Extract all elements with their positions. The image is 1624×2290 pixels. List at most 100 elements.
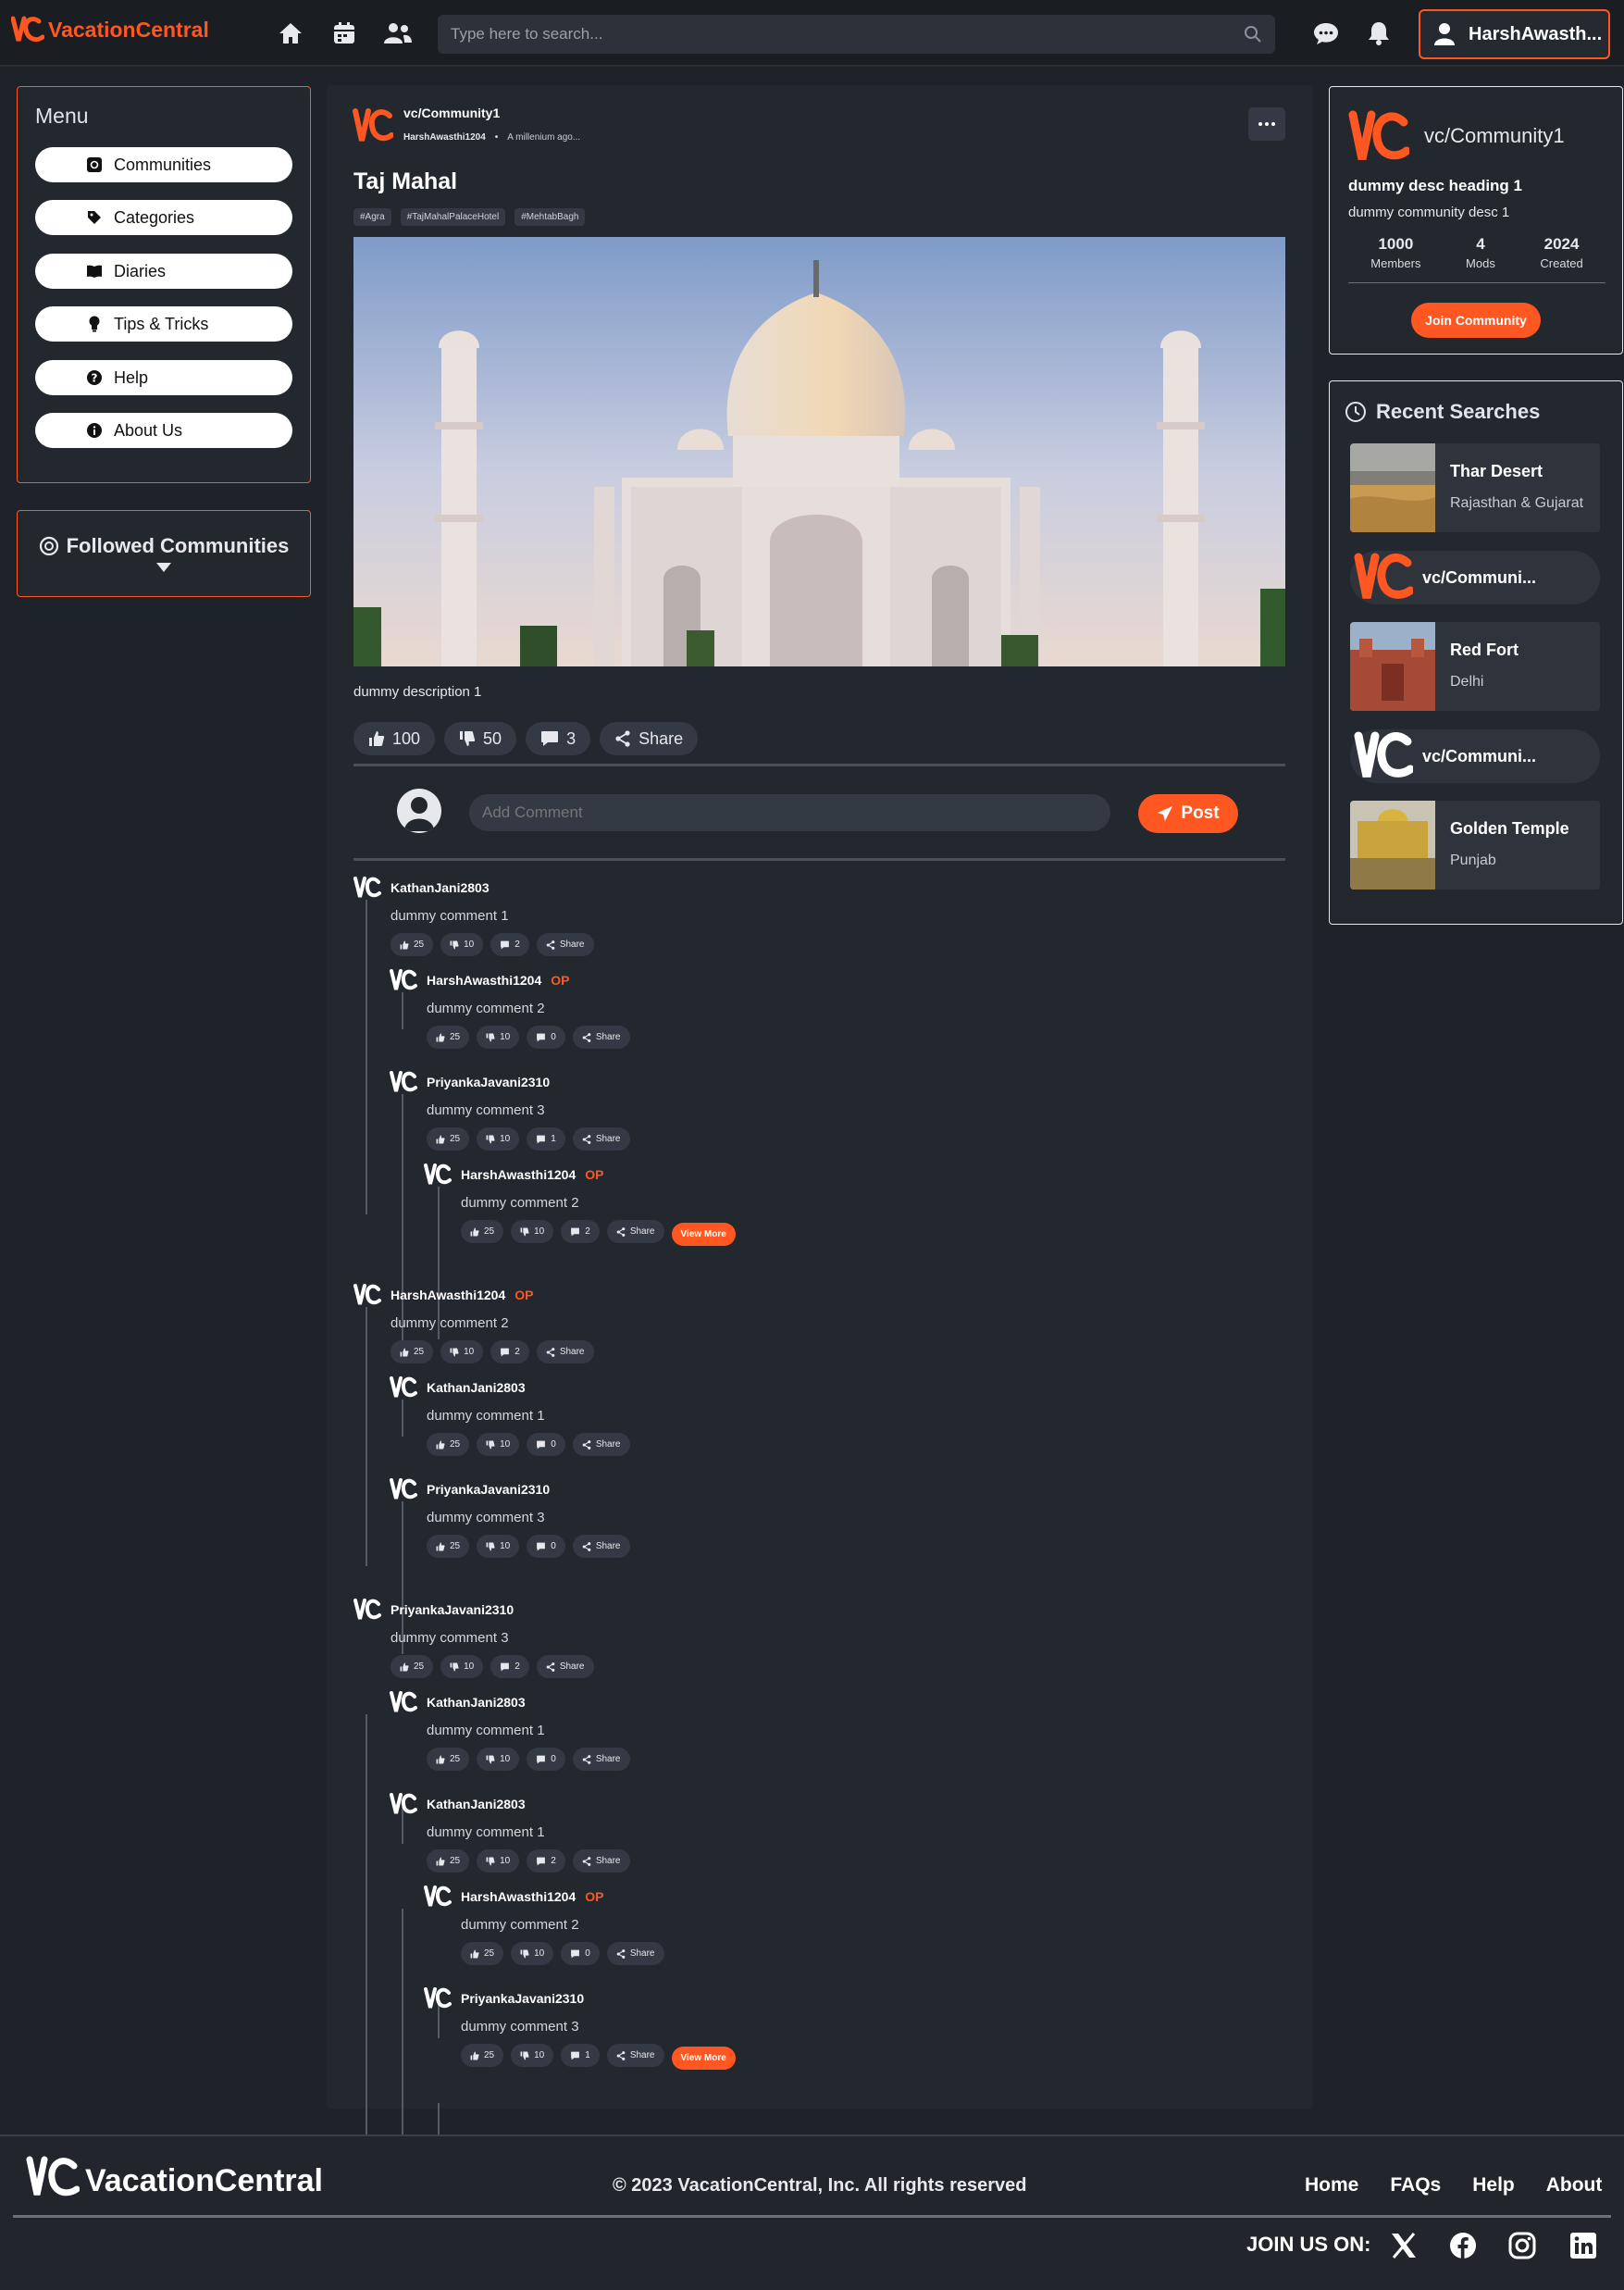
comment-dislike-button[interactable]: 10: [477, 1535, 520, 1558]
comment-reply-button[interactable]: 0: [527, 1026, 565, 1049]
menu-item-about[interactable]: About Us: [35, 413, 292, 448]
comments-button[interactable]: 3: [526, 722, 591, 755]
search-bar[interactable]: [438, 15, 1275, 54]
footer-logo[interactable]: VacationCentral: [26, 2155, 323, 2199]
comment-share-button[interactable]: Share: [572, 1849, 630, 1873]
post-tag[interactable]: #TajMahalPalaceHotel: [400, 208, 506, 226]
footer-link-about[interactable]: About: [1546, 2174, 1603, 2197]
menu-item-communities[interactable]: Communities: [35, 147, 292, 182]
menu-item-categories[interactable]: Categories: [35, 200, 292, 235]
community-name[interactable]: vc/Community1: [1424, 124, 1565, 148]
community-avatar-icon[interactable]: [1348, 109, 1409, 165]
comment-reply-button[interactable]: 0: [527, 1535, 565, 1558]
comment-like-button[interactable]: 25: [427, 1849, 470, 1873]
comment-like-button[interactable]: 25: [391, 1340, 434, 1363]
recent-item-community[interactable]: vc/Communi...: [1350, 729, 1600, 783]
comment-like-button[interactable]: 25: [427, 1535, 470, 1558]
post-image[interactable]: [353, 237, 1285, 666]
footer-link-faqs[interactable]: FAQs: [1390, 2174, 1441, 2197]
search-icon[interactable]: [1244, 25, 1262, 44]
share-button[interactable]: Share: [600, 722, 699, 755]
recent-item-community[interactable]: vc/Communi...: [1350, 551, 1600, 604]
comment-share-button[interactable]: Share: [536, 933, 594, 956]
comment-dislike-button[interactable]: 10: [440, 1655, 484, 1678]
comment-like-button[interactable]: 25: [427, 1127, 470, 1151]
community-avatar-icon[interactable]: [353, 107, 393, 144]
comment-like-button[interactable]: 25: [391, 1655, 434, 1678]
comment-like-button[interactable]: 25: [461, 1942, 504, 1965]
comment-dislike-button[interactable]: 10: [477, 1433, 520, 1456]
footer-link-home[interactable]: Home: [1305, 2174, 1358, 2197]
comment-author[interactable]: HarshAwasthi1204: [461, 1889, 576, 1904]
comment-author[interactable]: HarshAwasthi1204: [461, 1167, 576, 1182]
comment-like-button[interactable]: 25: [427, 1748, 470, 1771]
post-tag[interactable]: #Agra: [353, 208, 391, 226]
home-icon[interactable]: [272, 15, 309, 52]
comment-reply-button[interactable]: 2: [490, 933, 529, 956]
comment-dislike-button[interactable]: 10: [477, 1127, 520, 1151]
comment-author[interactable]: PriyankaJavani2310: [391, 1602, 514, 1617]
view-more-button[interactable]: View More: [671, 2046, 736, 2070]
comment-dislike-button[interactable]: 10: [511, 1220, 554, 1243]
comment-share-button[interactable]: Share: [606, 1220, 664, 1243]
comment-dislike-button[interactable]: 10: [440, 1340, 484, 1363]
comment-dislike-button[interactable]: 10: [477, 1748, 520, 1771]
post-comment-button[interactable]: Post: [1138, 794, 1238, 833]
more-options-button[interactable]: [1248, 107, 1285, 141]
comment-reply-button[interactable]: 2: [490, 1340, 529, 1363]
comment-reply-button[interactable]: 2: [527, 1849, 565, 1873]
chevron-down-icon[interactable]: [155, 562, 172, 573]
recent-item-place[interactable]: Red Fort Delhi: [1350, 622, 1600, 711]
search-input[interactable]: [451, 25, 1191, 44]
instagram-icon[interactable]: [1508, 2232, 1536, 2259]
like-button[interactable]: 100: [353, 722, 436, 755]
menu-item-tips[interactable]: Tips & Tricks: [35, 306, 292, 342]
comment-share-button[interactable]: Share: [536, 1655, 594, 1678]
user-menu-button[interactable]: HarshAwasth...: [1419, 9, 1610, 59]
recent-item-place[interactable]: Thar Desert Rajasthan & Gujarat: [1350, 443, 1600, 532]
comment-reply-button[interactable]: 1: [561, 2044, 600, 2067]
comment-like-button[interactable]: 25: [391, 933, 434, 956]
comment-author[interactable]: KathanJani2803: [391, 880, 490, 895]
comment-reply-button[interactable]: 2: [561, 1220, 600, 1243]
comment-reply-button[interactable]: 0: [527, 1433, 565, 1456]
comment-input[interactable]: [469, 794, 1110, 831]
comment-dislike-button[interactable]: 10: [440, 933, 484, 956]
comment-share-button[interactable]: Share: [606, 2044, 664, 2067]
comment-author[interactable]: KathanJani2803: [427, 1695, 526, 1710]
comment-author[interactable]: KathanJani2803: [427, 1380, 526, 1395]
comment-author[interactable]: KathanJani2803: [427, 1797, 526, 1811]
comment-share-button[interactable]: Share: [572, 1535, 630, 1558]
menu-item-diaries[interactable]: Diaries: [35, 254, 292, 289]
menu-item-help[interactable]: ? Help: [35, 360, 292, 395]
comment-reply-button[interactable]: 0: [561, 1942, 600, 1965]
comment-share-button[interactable]: Share: [572, 1748, 630, 1771]
brand-logo[interactable]: VacationCentral: [11, 16, 209, 44]
comment-author[interactable]: PriyankaJavani2310: [461, 1991, 584, 2006]
x-icon[interactable]: [1390, 2233, 1418, 2259]
comment-share-button[interactable]: Share: [572, 1433, 630, 1456]
facebook-icon[interactable]: [1449, 2232, 1477, 2259]
comment-share-button[interactable]: Share: [536, 1340, 594, 1363]
comment-like-button[interactable]: 25: [427, 1026, 470, 1049]
users-icon[interactable]: [379, 15, 416, 52]
comment-like-button[interactable]: 25: [427, 1433, 470, 1456]
comment-author[interactable]: PriyankaJavani2310: [427, 1075, 550, 1089]
join-community-button[interactable]: Join Community: [1411, 303, 1541, 338]
comment-author[interactable]: HarshAwasthi1204: [391, 1288, 505, 1302]
comment-reply-button[interactable]: 1: [527, 1127, 565, 1151]
linkedin-icon[interactable]: [1569, 2232, 1597, 2259]
chat-icon[interactable]: [1308, 15, 1345, 52]
comment-dislike-button[interactable]: 10: [511, 1942, 554, 1965]
post-author[interactable]: HarshAwasthi1204: [403, 132, 486, 143]
footer-link-help[interactable]: Help: [1472, 2174, 1515, 2197]
comment-like-button[interactable]: 25: [461, 1220, 504, 1243]
comment-share-button[interactable]: Share: [606, 1942, 664, 1965]
post-community[interactable]: vc/Community1: [403, 106, 500, 120]
comment-share-button[interactable]: Share: [572, 1127, 630, 1151]
view-more-button[interactable]: View More: [671, 1222, 736, 1246]
comment-like-button[interactable]: 25: [461, 2044, 504, 2067]
comment-author[interactable]: HarshAwasthi1204: [427, 973, 541, 988]
recent-item-place[interactable]: Golden Temple Punjab: [1350, 801, 1600, 890]
bell-icon[interactable]: [1360, 15, 1397, 52]
